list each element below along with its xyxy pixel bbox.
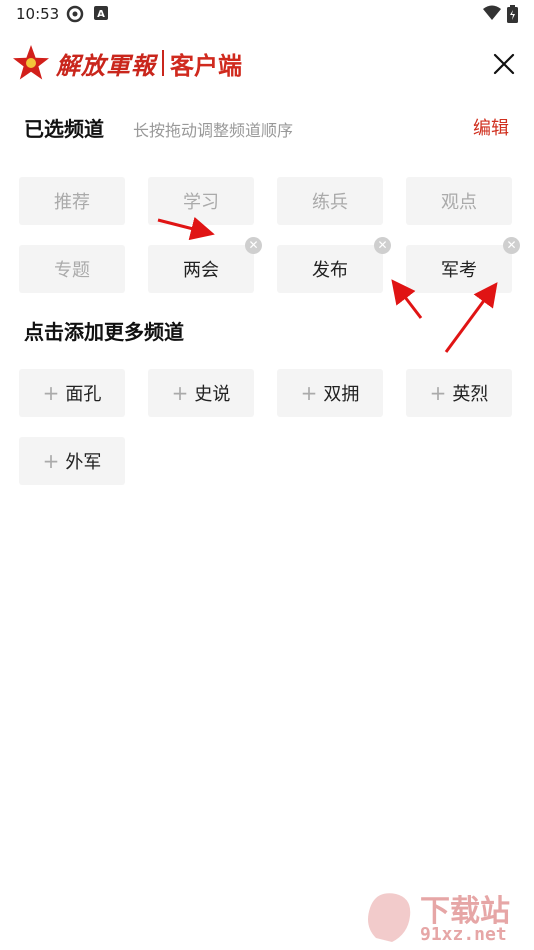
logo-divider [162, 50, 164, 76]
channel-label: 两会 [183, 260, 219, 281]
app-logo: 解放軍報 客户端 [12, 44, 242, 82]
channel-chip-training[interactable]: 练兵 [277, 177, 383, 225]
edit-button[interactable]: 编辑 [473, 114, 509, 140]
add-channels-title: 点击添加更多频道 [24, 320, 184, 344]
svg-text:A: A [97, 9, 105, 20]
remove-channel-icon[interactable]: ✕ [374, 237, 391, 254]
channel-label: 军考 [441, 260, 477, 281]
channel-label: 练兵 [312, 192, 348, 213]
channel-chip-military-exam[interactable]: 军考 ✕ [406, 237, 520, 293]
add-channel-foreign-military[interactable]: + 外军 [19, 437, 125, 485]
sync-icon [66, 5, 84, 23]
add-channel-faces[interactable]: + 面孔 [19, 369, 125, 417]
red-star-emblem-icon [13, 45, 49, 80]
status-time: 10:53 [16, 5, 60, 23]
plus-icon: + [300, 381, 318, 405]
plus-icon: + [171, 381, 189, 405]
channel-label: 推荐 [54, 192, 90, 213]
channel-chip-release[interactable]: 发布 ✕ [277, 237, 391, 293]
channel-label: 史说 [194, 384, 231, 405]
channel-chip-topics[interactable]: 专题 [19, 245, 125, 293]
channel-label: 双拥 [323, 384, 360, 405]
channel-label: 外军 [65, 452, 102, 473]
watermark-url: 91xz.net [420, 924, 507, 945]
channel-label: 观点 [441, 192, 477, 213]
channel-label: 面孔 [65, 384, 102, 405]
plus-icon: + [429, 381, 447, 405]
channel-chip-opinion[interactable]: 观点 [406, 177, 512, 225]
annotation-arrow [444, 282, 498, 353]
close-icon[interactable] [490, 50, 518, 78]
reorder-hint: 长按拖动调整频道顺序 [133, 121, 294, 140]
wifi-icon [483, 5, 501, 20]
add-channel-support[interactable]: + 双拥 [277, 369, 383, 417]
channel-label: 学习 [183, 192, 219, 213]
battery-icon [507, 5, 518, 23]
selected-channels-title: 已选频道 [24, 117, 104, 141]
site-watermark: 下载站 91xz.net [362, 886, 532, 946]
logo-text: 客户端 [170, 51, 242, 80]
add-channel-martyrs[interactable]: + 英烈 [406, 369, 512, 417]
channel-chip-two-sessions[interactable]: 两会 ✕ [148, 237, 262, 293]
channel-label: 发布 [312, 260, 348, 281]
plus-icon: + [42, 381, 60, 405]
remove-channel-icon[interactable]: ✕ [503, 237, 520, 254]
notification-a-icon: A [94, 6, 108, 20]
remove-channel-icon[interactable]: ✕ [245, 237, 262, 254]
logo-calligraphy: 解放軍報 [56, 50, 156, 80]
channel-chip-study[interactable]: 学习 [148, 177, 254, 225]
add-channel-history[interactable]: + 史说 [148, 369, 254, 417]
channel-label: 专题 [54, 260, 90, 281]
channel-chip-recommend[interactable]: 推荐 [19, 177, 125, 225]
channel-label: 英烈 [452, 384, 489, 405]
header: 解放軍報 客户端 [0, 36, 534, 92]
status-bar: 10:53 A [0, 0, 534, 28]
plus-icon: + [42, 449, 60, 473]
